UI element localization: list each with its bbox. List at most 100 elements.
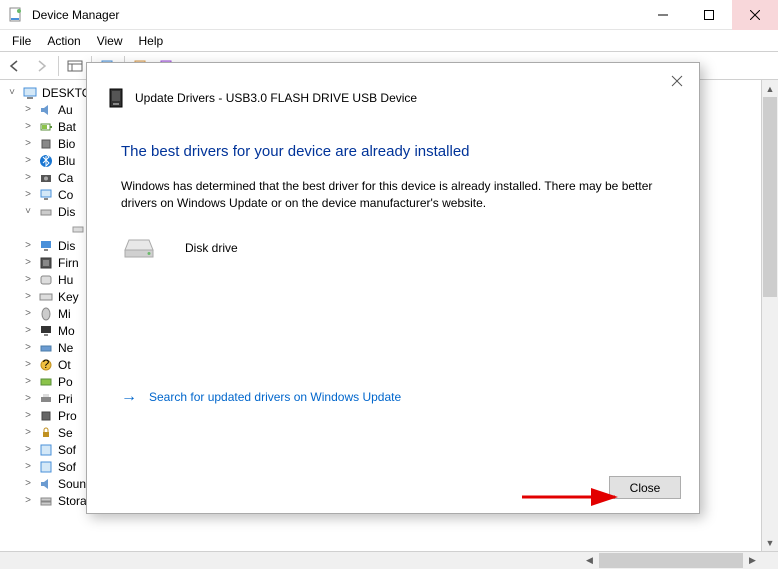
dialog-header-text: Update Drivers - USB3.0 FLASH DRIVE USB … bbox=[135, 91, 417, 105]
expand-icon[interactable]: ˅ bbox=[22, 206, 34, 217]
expand-icon[interactable]: > bbox=[22, 495, 34, 506]
show-hidden-button[interactable] bbox=[63, 54, 87, 78]
expand-icon[interactable]: > bbox=[22, 155, 34, 166]
toolbar-separator bbox=[58, 56, 59, 76]
monitor-icon bbox=[38, 323, 54, 339]
minimize-button[interactable] bbox=[640, 0, 686, 30]
tree-label: Sof bbox=[58, 460, 76, 474]
scroll-thumb[interactable] bbox=[599, 553, 743, 568]
window-controls bbox=[640, 0, 778, 30]
expand-icon[interactable]: > bbox=[22, 359, 34, 370]
tree-label: Bat bbox=[58, 120, 76, 134]
dialog-close-button[interactable] bbox=[665, 69, 689, 93]
expand-icon[interactable]: > bbox=[22, 138, 34, 149]
sound-icon bbox=[38, 476, 54, 492]
windows-update-link[interactable]: → Search for updated drivers on Windows … bbox=[87, 388, 699, 406]
expand-icon[interactable]: > bbox=[22, 189, 34, 200]
expand-icon[interactable]: > bbox=[22, 257, 34, 268]
tree-label: Co bbox=[58, 188, 73, 202]
expand-icon[interactable]: > bbox=[22, 325, 34, 336]
software-icon bbox=[38, 459, 54, 475]
scroll-right-icon[interactable]: ▶ bbox=[744, 552, 761, 569]
tree-label: Ca bbox=[58, 171, 73, 185]
tree-label: Mi bbox=[58, 307, 71, 321]
menu-view[interactable]: View bbox=[89, 31, 131, 51]
menu-file[interactable]: File bbox=[4, 31, 39, 51]
expand-icon[interactable]: > bbox=[22, 461, 34, 472]
dialog-device-row: Disk drive bbox=[87, 218, 699, 278]
expand-icon[interactable]: > bbox=[22, 410, 34, 421]
tree-label: Pro bbox=[58, 409, 77, 423]
expand-icon[interactable]: > bbox=[22, 342, 34, 353]
software-icon bbox=[38, 442, 54, 458]
printer-icon bbox=[38, 391, 54, 407]
battery-icon bbox=[38, 119, 54, 135]
mouse-icon bbox=[38, 306, 54, 322]
expand-icon[interactable]: > bbox=[22, 478, 34, 489]
scroll-down-icon[interactable]: ▼ bbox=[762, 534, 778, 551]
security-icon bbox=[38, 425, 54, 441]
computer-icon bbox=[22, 85, 38, 101]
expand-icon[interactable]: > bbox=[22, 376, 34, 387]
tree-label: Se bbox=[58, 426, 73, 440]
close-button[interactable] bbox=[732, 0, 778, 30]
update-drivers-dialog: Update Drivers - USB3.0 FLASH DRIVE USB … bbox=[86, 62, 700, 514]
tree-label: Dis bbox=[58, 205, 75, 219]
window-title: Device Manager bbox=[32, 8, 640, 22]
bluetooth-icon bbox=[38, 153, 54, 169]
tree-label: Blu bbox=[58, 154, 75, 168]
tree-label: Sof bbox=[58, 443, 76, 457]
arrow-right-icon: → bbox=[121, 388, 137, 406]
camera-icon bbox=[38, 170, 54, 186]
dialog-title: The best drivers for your device are alr… bbox=[87, 117, 699, 172]
tree-label: Ne bbox=[58, 341, 73, 355]
storage-icon bbox=[38, 493, 54, 509]
tree-label: Pri bbox=[58, 392, 73, 406]
menu-action[interactable]: Action bbox=[39, 31, 88, 51]
tree-label: Dis bbox=[58, 239, 75, 253]
network-icon bbox=[38, 340, 54, 356]
expand-icon[interactable]: > bbox=[22, 444, 34, 455]
hid-icon bbox=[38, 272, 54, 288]
collapse-icon[interactable]: ˅ bbox=[6, 87, 18, 98]
expand-icon[interactable]: > bbox=[22, 172, 34, 183]
tree-label: Firn bbox=[58, 256, 79, 270]
tree-label: Key bbox=[58, 290, 79, 304]
resize-grip[interactable] bbox=[761, 552, 778, 569]
device-label: Disk drive bbox=[185, 241, 238, 255]
link-text: Search for updated drivers on Windows Up… bbox=[149, 390, 401, 404]
expand-icon[interactable]: > bbox=[22, 104, 34, 115]
expand-icon[interactable]: > bbox=[22, 291, 34, 302]
drive-icon bbox=[70, 221, 86, 237]
scroll-thumb[interactable] bbox=[763, 97, 777, 297]
forward-button[interactable] bbox=[30, 54, 54, 78]
close-button[interactable]: Close bbox=[609, 476, 681, 499]
vertical-scrollbar[interactable]: ▲ ▼ bbox=[761, 80, 778, 551]
display-icon bbox=[38, 238, 54, 254]
disk-icon bbox=[38, 204, 54, 220]
computer-icon bbox=[38, 187, 54, 203]
horizontal-scrollbar[interactable]: ◀ ▶ bbox=[581, 552, 761, 569]
dialog-footer: Close bbox=[609, 476, 681, 499]
tree-label: Au bbox=[58, 103, 73, 117]
app-icon bbox=[8, 7, 24, 23]
disk-drive-icon bbox=[121, 236, 157, 260]
expand-icon[interactable]: > bbox=[22, 427, 34, 438]
maximize-button[interactable] bbox=[686, 0, 732, 30]
scroll-up-icon[interactable]: ▲ bbox=[762, 80, 778, 97]
tree-label: DESKTO bbox=[42, 86, 91, 100]
expand-icon[interactable]: > bbox=[22, 121, 34, 132]
tree-label: Ot bbox=[58, 358, 71, 372]
expand-icon[interactable]: > bbox=[22, 308, 34, 319]
expand-icon[interactable]: > bbox=[22, 240, 34, 251]
expand-icon[interactable]: > bbox=[22, 393, 34, 404]
port-icon bbox=[38, 374, 54, 390]
dialog-body: Windows has determined that the best dri… bbox=[87, 172, 699, 218]
processor-icon bbox=[38, 408, 54, 424]
scroll-left-icon[interactable]: ◀ bbox=[581, 552, 598, 569]
menu-help[interactable]: Help bbox=[131, 31, 172, 51]
dialog-header: Update Drivers - USB3.0 FLASH DRIVE USB … bbox=[87, 63, 699, 117]
expand-icon[interactable]: > bbox=[22, 274, 34, 285]
back-button[interactable] bbox=[4, 54, 28, 78]
tree-label: Mo bbox=[58, 324, 75, 338]
